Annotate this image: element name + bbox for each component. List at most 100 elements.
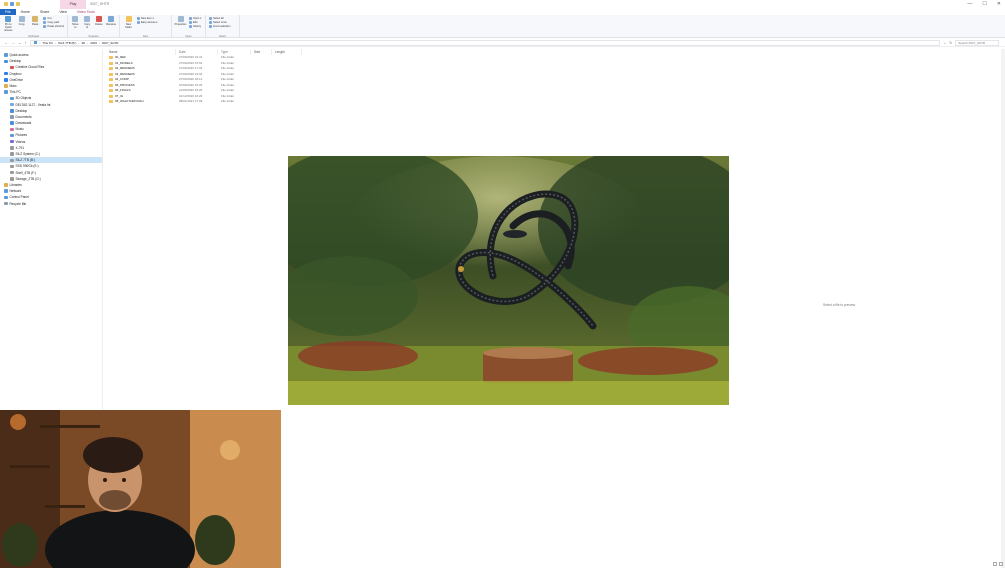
file-size: [251, 99, 272, 105]
presenter-video: [0, 410, 281, 568]
invert-icon: [209, 25, 212, 28]
quick-access-toolbar: [4, 2, 20, 6]
rename-icon: [108, 16, 115, 22]
sidebar-item-icon: [10, 164, 14, 169]
history-dropdown-icon[interactable]: ⌄: [943, 41, 946, 45]
folder-icon: [109, 61, 113, 65]
ribbon: Pin to Quick access Copy Paste Cut Copy …: [0, 15, 1005, 38]
sidebar-item-icon: [4, 195, 8, 200]
search-input[interactable]: Search 0027_SHTR: [955, 39, 1000, 46]
breadcrumb[interactable]: › This PC › SILZ 7TB (B:) › 3D › 2020 › …: [30, 39, 941, 46]
ribbon-group-select: Select all Select none Invert selection …: [206, 15, 240, 38]
edit-icon: [189, 21, 192, 24]
folder-icon: [109, 83, 113, 87]
file-length: [272, 99, 302, 105]
sidebar-item-icon: [10, 133, 14, 138]
select-none-icon: [209, 21, 212, 24]
copy-icon: [18, 16, 25, 22]
easy-access-icon: [137, 21, 140, 24]
folder-icon[interactable]: [4, 2, 8, 6]
back-arrow-icon[interactable]: ←: [4, 40, 8, 45]
sidebar-item-icon: [10, 139, 14, 144]
folder-icon: [109, 94, 113, 98]
properties-icon[interactable]: [10, 2, 14, 6]
sidebar-item-icon: [10, 158, 14, 163]
breadcrumb-item[interactable]: 3D: [81, 41, 85, 45]
open-button[interactable]: Open ▾: [189, 17, 201, 20]
sidebar-item-icon: [10, 102, 14, 107]
path-icon: [43, 21, 47, 24]
group-label: New: [142, 35, 149, 38]
details-view-icon[interactable]: [993, 562, 997, 566]
group-label: Organize: [88, 35, 99, 38]
close-button[interactable]: ✕: [997, 0, 1001, 9]
new-folder-icon: [125, 16, 132, 22]
file-type: File folder: [221, 99, 235, 103]
ribbon-group-organize: Move to Copy to Delete Rename Organize: [68, 15, 120, 38]
edit-button[interactable]: Edit: [189, 21, 201, 24]
history-icon: [189, 25, 192, 28]
invert-selection-button[interactable]: Invert selection: [209, 25, 230, 28]
delete-icon: [95, 16, 102, 22]
address-bar-row: ← → ⌄ ↑ › This PC › SILZ 7TB (B:) › 3D ›…: [0, 39, 1005, 47]
easy-access-button[interactable]: Easy access ▾: [137, 21, 158, 24]
sidebar-item-icon: [10, 170, 14, 175]
forward-arrow-icon[interactable]: →: [11, 40, 15, 45]
history-button[interactable]: History: [189, 25, 201, 28]
sidebar-item-icon: [4, 71, 8, 76]
view-toggle: [993, 562, 1003, 566]
minimize-button[interactable]: —: [967, 0, 972, 9]
breadcrumb-item[interactable]: 2020: [90, 41, 97, 45]
properties-icon: [177, 16, 184, 22]
computer-icon: [34, 41, 38, 44]
sidebar-item-icon: [10, 65, 14, 70]
sidebar-item-icon: [10, 127, 14, 132]
sidebar-item-icon: [10, 146, 14, 150]
sidebar-item-label: Recycle Bin: [9, 201, 27, 206]
refresh-icon[interactable]: ↻: [949, 41, 952, 45]
copy-path-button[interactable]: Copy path: [43, 21, 64, 24]
sidebar-item-icon: [4, 59, 8, 64]
new-folder-icon[interactable]: [16, 2, 20, 6]
select-none-button[interactable]: Select none: [209, 21, 230, 24]
table-row[interactable]: 08_WALKTHROUGH 08/01/2021 17:09 File folde…: [106, 99, 718, 105]
preview-image: [288, 156, 729, 405]
breadcrumb-item[interactable]: This PC: [42, 41, 53, 45]
cut-button[interactable]: Cut: [43, 17, 64, 20]
scissors-icon: [43, 17, 47, 20]
navigation-pane: Quick access Desktop Creative Cloud Files D…: [0, 49, 103, 410]
group-label: Open: [185, 35, 192, 38]
folder-icon: [109, 67, 113, 71]
file-name: 08_WALKTHROUGH: [115, 99, 144, 103]
window-controls: — ☐ ✕: [967, 0, 1001, 9]
select-all-icon: [209, 17, 212, 20]
sidebar-item-icon: [4, 189, 8, 193]
paste-icon: [32, 16, 39, 22]
large-icons-view-icon[interactable]: [999, 562, 1003, 566]
file-date: 08/01/2021 17:09: [179, 99, 203, 103]
group-label: Clipboard: [27, 35, 40, 38]
sidebar-item-icon: [4, 84, 8, 88]
chevron-down-icon[interactable]: ⌄: [18, 40, 21, 45]
vertical-scrollbar[interactable]: [1001, 49, 1005, 568]
move-icon: [72, 16, 79, 22]
paste-shortcut-button[interactable]: Paste shortcut: [43, 25, 64, 28]
maximize-button[interactable]: ☐: [982, 0, 986, 9]
sidebar-item-icon: [4, 53, 8, 57]
folder-icon: [109, 89, 113, 93]
file-list: Name Date Type Size Length 00_REF 27/06/2…: [106, 49, 718, 149]
breadcrumb-item[interactable]: SILZ 7TB (B:): [58, 41, 76, 45]
sidebar-item[interactable]: Recycle Bin: [0, 201, 102, 207]
sidebar-item-icon: [10, 96, 14, 101]
select-all-button[interactable]: Select all: [209, 17, 230, 20]
window-title: 0027_SHTR: [90, 2, 110, 6]
sidebar-item-icon: [10, 115, 14, 119]
pin-icon: [5, 16, 12, 22]
breadcrumb-item[interactable]: 0027_SHTR: [102, 41, 119, 45]
ribbon-group-open: Properties Open ▾ Edit History Open: [172, 15, 206, 38]
sidebar-item-icon: [10, 109, 14, 113]
new-item-button[interactable]: New item ▾: [137, 17, 158, 20]
sidebar-item-icon: [10, 177, 14, 181]
sidebar-item-icon: [4, 90, 8, 94]
up-arrow-icon[interactable]: ↑: [24, 40, 26, 45]
